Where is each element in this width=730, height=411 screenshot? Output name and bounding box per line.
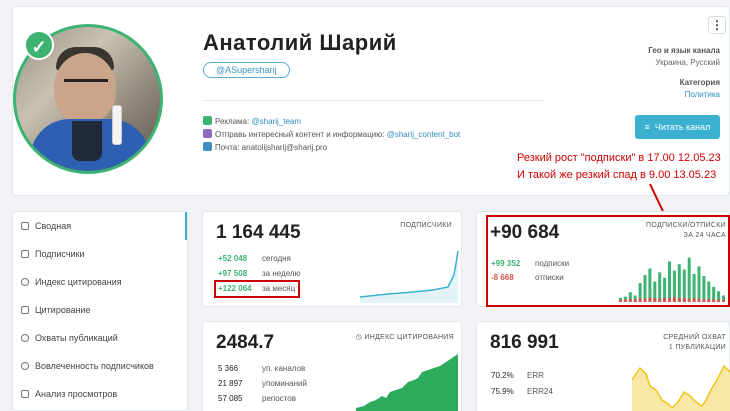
sidebar-item-citation[interactable]: Цитирование (13, 296, 187, 324)
stat-today: +52 048 сегодня (218, 254, 291, 263)
subscribers-total: 1 164 445 (216, 222, 301, 243)
month-highlight-box (214, 280, 300, 298)
subscribers-label: ПОДПИСЧИКИ (400, 222, 452, 229)
engagement-icon (21, 362, 29, 370)
subscribers-sparkline (359, 250, 459, 303)
stat-err24: 75.9% ERR24 (491, 387, 553, 396)
citation-label: ◷ ИНДЕКС ЦИТИРОВАНИЯ (355, 334, 454, 341)
stat-err: 70.2% ERR (491, 371, 544, 380)
quote-icon (21, 306, 29, 314)
eye-icon (21, 334, 29, 342)
stat-week: +97 508 за неделю (218, 269, 301, 278)
sidebar-item-citation-index[interactable]: Индекс цитирования (13, 268, 187, 296)
chart-icon (21, 390, 29, 398)
sidebar-item-reach[interactable]: Охваты публикаций (13, 324, 187, 352)
avg-reach-total: 816 991 (490, 332, 559, 353)
annotation-highlight-box (486, 215, 730, 307)
sidebar-item-summary[interactable]: Сводная (13, 212, 187, 240)
stat-reposts: 57 085 репостов (218, 394, 296, 403)
reach-area-chart (632, 364, 730, 411)
stat-mentions: 21 897 упоминаний (218, 379, 307, 388)
sidebar-item-engagement[interactable]: Вовлеченность подписчиков (13, 352, 187, 380)
citation-area-chart (356, 354, 458, 411)
sidebar-item-subscribers[interactable]: Подписчики (13, 240, 187, 268)
stat-mentioning-channels: 5 366 уп. каналов (218, 364, 306, 373)
users-icon (21, 250, 29, 258)
sidebar-nav: Сводная Подписчики Индекс цитирования Ци… (12, 211, 188, 411)
reach-label: СРЕДНИЙ ОХВАТ 1 ПУБЛИКАЦИИ (663, 334, 726, 351)
summary-icon (21, 222, 29, 230)
at-icon (21, 278, 29, 286)
sidebar-item-views[interactable]: Анализ просмотров (13, 380, 187, 408)
citation-index-total: 2484.7 (216, 332, 275, 353)
